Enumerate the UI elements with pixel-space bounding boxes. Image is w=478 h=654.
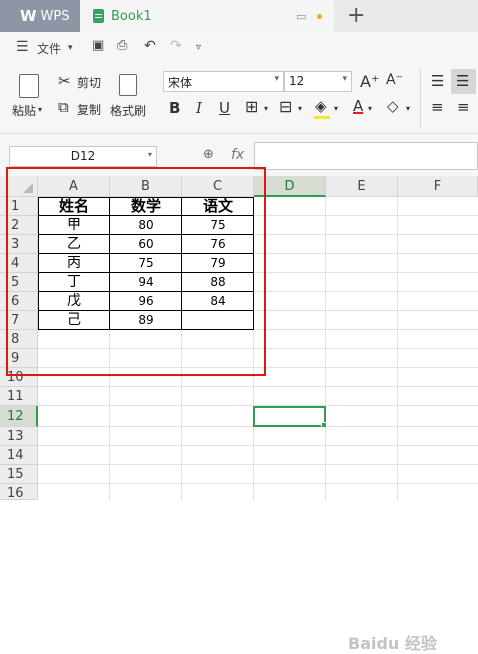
merge-cells-icon[interactable]: ⊟: [279, 97, 292, 116]
row-header-active[interactable]: 12: [0, 406, 38, 427]
copy-button[interactable]: 复制: [77, 101, 101, 118]
align-left-icon[interactable]: ≡: [431, 98, 444, 116]
paste-chevron-icon[interactable]: ▾: [38, 105, 42, 114]
unsaved-dot-icon: [317, 14, 322, 19]
fill-handle[interactable]: [321, 422, 327, 428]
file-menu[interactable]: 文件: [37, 40, 61, 57]
redo-icon[interactable]: ↷: [170, 38, 182, 54]
wps-tab-label: WPS: [40, 8, 70, 24]
font-color-button[interactable]: A: [353, 97, 363, 115]
new-tab-button[interactable]: +: [347, 3, 365, 28]
chevron-down-icon[interactable]: ▾: [334, 104, 338, 113]
grid-line: [38, 464, 478, 465]
font-size-select[interactable]: 12 ▾: [284, 71, 352, 92]
grid-line: [397, 197, 398, 500]
name-box-value: D12: [70, 149, 96, 163]
menu-bar: ☰ 文件 ▾ ▣ ⎙ ↶ ↷ ▿: [0, 32, 478, 64]
cut-button[interactable]: 剪切: [77, 74, 101, 91]
zoom-icon[interactable]: ⊕: [203, 147, 214, 162]
chevron-down-icon[interactable]: ▾: [406, 104, 410, 113]
grid-line: [38, 483, 478, 484]
paste-button[interactable]: 粘贴: [12, 102, 36, 119]
fill-color-icon[interactable]: ◈: [315, 97, 327, 115]
row-header[interactable]: 13: [0, 427, 38, 446]
format-painter-button[interactable]: 格式刷: [110, 102, 146, 119]
align-top-icon[interactable]: ☰: [431, 72, 444, 90]
decrease-font-button[interactable]: A⁻: [386, 72, 403, 88]
column-header[interactable]: F: [398, 176, 478, 197]
name-box[interactable]: D12 ▾: [9, 146, 157, 167]
wps-home-tab[interactable]: W WPS: [0, 0, 80, 32]
grid-line: [38, 445, 478, 446]
copy-icon[interactable]: ⧉: [58, 98, 69, 116]
watermark: Baidu 经验: [348, 634, 437, 653]
row-header[interactable]: 16: [0, 484, 38, 501]
wps-logo-icon: W: [20, 7, 37, 25]
underline-button[interactable]: U: [219, 99, 230, 117]
chevron-down-icon[interactable]: ▾: [368, 104, 372, 113]
hamburger-menu-icon[interactable]: ☰: [16, 39, 29, 55]
book-tab-label: Book1: [111, 8, 152, 24]
title-bar: W WPS Book1 ▭ +: [0, 0, 478, 32]
spreadsheet-doc-icon: [93, 9, 104, 23]
align-middle-icon: ☰: [456, 72, 470, 90]
ribbon: 粘贴 ▾ ✂ 剪切 ⧉ 复制 格式刷 宋体 ▾ 12 ▾ A⁺ A⁻ B I U…: [0, 64, 478, 134]
chevron-down-icon[interactable]: ▾: [298, 104, 302, 113]
fx-button[interactable]: fx: [231, 147, 244, 163]
fill-color-swatch: [314, 116, 330, 119]
row-header[interactable]: 15: [0, 465, 38, 484]
selected-cell[interactable]: [253, 406, 326, 427]
font-name-select[interactable]: 宋体 ▾: [163, 71, 284, 92]
grid-line: [325, 197, 326, 500]
column-header[interactable]: E: [326, 176, 398, 197]
chevron-down-icon[interactable]: ▾: [264, 104, 268, 113]
paste-icon[interactable]: [19, 74, 39, 98]
ribbon-divider: [420, 68, 421, 128]
row-header[interactable]: 11: [0, 387, 38, 406]
bold-button[interactable]: B: [169, 99, 180, 117]
print-icon[interactable]: ⎙: [117, 38, 127, 53]
customize-toolbar-icon[interactable]: ▿: [196, 42, 201, 53]
formula-input[interactable]: [254, 142, 478, 170]
increase-font-button[interactable]: A⁺: [360, 72, 379, 91]
monitor-icon[interactable]: ▭: [296, 10, 306, 23]
highlight-rectangle: [6, 167, 266, 376]
format-painter-icon[interactable]: [119, 74, 137, 96]
align-center-icon[interactable]: ≡: [457, 98, 470, 116]
border-icon[interactable]: ⊞: [245, 97, 258, 116]
chevron-down-icon[interactable]: ▾: [68, 43, 73, 53]
chevron-down-icon: ▾: [274, 74, 279, 84]
chevron-down-icon: ▾: [147, 150, 152, 159]
undo-icon[interactable]: ↶: [144, 38, 156, 54]
chevron-down-icon: ▾: [342, 74, 347, 84]
grid-line: [38, 386, 478, 387]
italic-button[interactable]: I: [196, 99, 202, 117]
font-size-value: 12: [289, 74, 305, 88]
row-header[interactable]: 14: [0, 446, 38, 465]
save-icon[interactable]: ▣: [92, 38, 104, 53]
eraser-icon[interactable]: ◇: [387, 97, 399, 115]
scissors-icon[interactable]: ✂: [58, 72, 71, 90]
font-name-value: 宋体: [168, 76, 193, 90]
